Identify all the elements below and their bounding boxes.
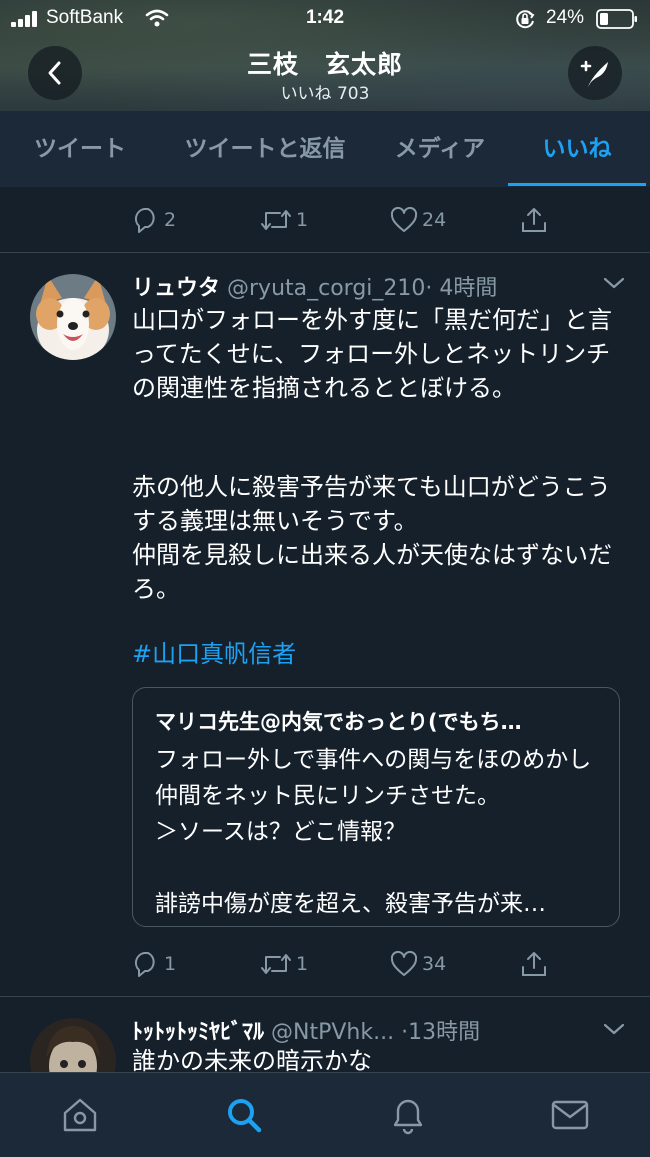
retweet-button[interactable]: 1 [260,200,308,240]
bottom-navigation [0,1072,650,1157]
retweet-icon [260,208,292,232]
compose-button[interactable] [568,46,622,100]
next-tweet-header: ﾄｯﾄｯﾄｯﾐﾔﾋﾞﾏﾙ @NtPVhk... ·13時間 [132,1014,480,1046]
quoted-tweet-card[interactable]: マリコ先生@内気でおっとり(でもち… フォロー外しで事件への関与をほのめかし仲間… [132,687,620,927]
tab-media[interactable]: メディア [370,111,510,187]
rotation-lock-icon [514,8,536,30]
tab-likes[interactable]: いいね [508,111,646,187]
like-button[interactable]: 34 [390,944,446,984]
prev-tweet-actions: 2 1 24 [132,200,572,240]
profile-name: 三枝 玄太郎 [246,50,403,79]
retweet-icon [260,952,292,976]
profile-header: SoftBank 1:42 24% 三枝 玄太郎 いいね 703 [0,0,650,111]
retweet-button[interactable]: 1 [260,944,308,984]
next-tweet-time: ·13時間 [401,1020,481,1045]
home-icon [60,1096,100,1134]
heart-icon [390,951,418,977]
profile-tabs: ツイート ツイートと返信 メディア いいね [0,111,650,187]
tweet-hashtag[interactable]: #山口真帆信者 [132,637,622,671]
tab-tweets-and-replies[interactable]: ツイートと返信 [160,111,370,187]
avatar-corgi[interactable] [30,274,116,360]
reply-button[interactable]: 1 [132,944,176,984]
reply-icon [132,951,160,977]
mail-icon [550,1098,590,1132]
tweet-header: リュウタ @ryuta_corgi_210· 4時間 [132,270,497,302]
tweet-time: · 4時間 [425,276,498,301]
chevron-down-icon[interactable] [603,276,625,290]
status-bar: SoftBank 1:42 24% [0,0,650,36]
next-tweet-author-name[interactable]: ﾄｯﾄｯﾄｯﾐﾔﾋﾞﾏﾙ [132,1020,264,1045]
active-tab-indicator [508,183,646,186]
next-tweet-author-handle[interactable]: @NtPVhk... [271,1020,394,1045]
retweet-count: 1 [296,953,309,975]
bell-icon [389,1095,427,1135]
tab-tweets[interactable]: ツイート [0,111,160,187]
reply-count: 2 [164,209,177,231]
divider [0,252,650,253]
heart-icon [390,207,418,233]
tweet-actions: 1 1 34 [132,944,572,984]
tweet-author-name[interactable]: リュウタ [132,276,220,301]
divider [0,996,650,997]
quoted-tweet-author: マリコ先生@内気でおっとり(でもち… [155,710,522,734]
search-icon [224,1095,264,1135]
like-count: 34 [422,953,447,975]
like-count: 24 [422,209,447,231]
nav-messages-button[interactable] [548,1093,592,1137]
nav-notifications-button[interactable] [386,1093,430,1137]
share-button[interactable] [520,944,548,984]
reply-button[interactable]: 2 [132,200,176,240]
like-button[interactable]: 24 [390,200,446,240]
retweet-count: 1 [296,209,309,231]
quill-plus-icon [578,56,612,90]
likes-count: いいね 703 [280,84,370,104]
share-icon [520,950,548,978]
quoted-tweet-text: フォロー外しで事件への関与をほのめかし仲間をネット民にリンチさせた。 ＞ソースは… [155,747,592,917]
tweet-body-1: 山口がフォローを外す度に「黒だ何だ」と言ってたくせに、フォロー外しとネットリンチ… [132,306,612,402]
battery-icon [596,9,638,29]
battery-percent: 24% [546,7,585,28]
share-button[interactable] [520,200,548,240]
tweet-body-2: 赤の他人に殺害予告が来ても山口がどうこうする義理は無いそうです。 仲間を見殺しに… [132,473,612,603]
tweet-author-handle[interactable]: @ryuta_corgi_210 [227,276,425,301]
reply-icon [132,207,160,233]
chevron-down-icon[interactable] [603,1022,625,1036]
nav-home-button[interactable] [58,1093,102,1137]
share-icon [520,206,548,234]
reply-count: 1 [164,953,177,975]
nav-search-button[interactable] [222,1093,266,1137]
